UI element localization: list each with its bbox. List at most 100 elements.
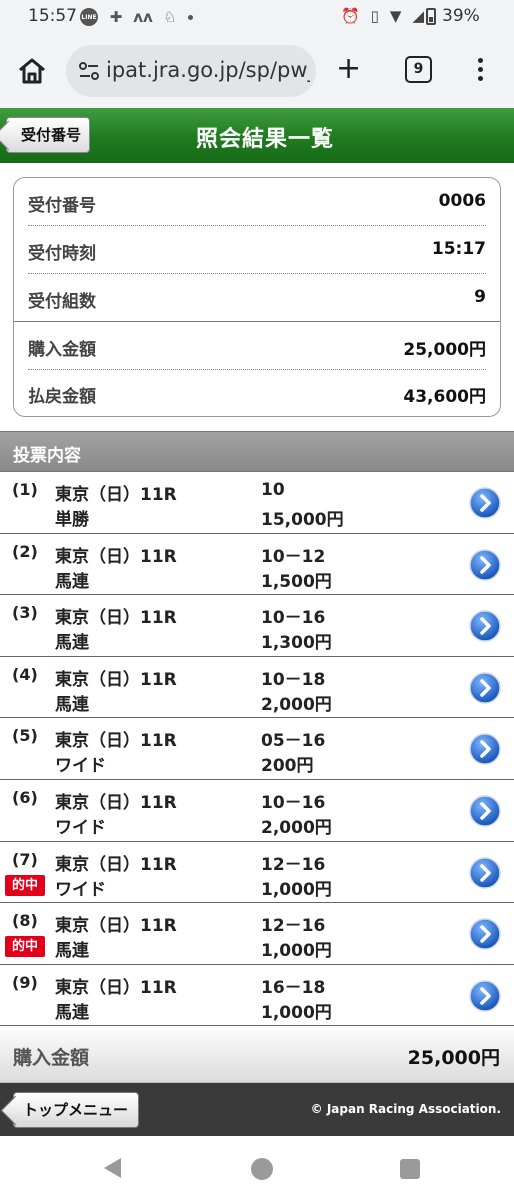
bet-row[interactable]: (5) 東京（日）11R ワイド 05－16 200円	[0, 718, 514, 780]
summary-row-payout-amount: 払戻金額 43,600円	[28, 369, 486, 417]
chevron-right-icon[interactable]	[469, 487, 501, 519]
summary-label: 払戻金額	[28, 387, 96, 407]
bet-list: (1) 東京（日）11R 単勝 10 15,000円 (2) 東京（日）11R …	[0, 472, 514, 1027]
bet-combination: 12－16	[261, 854, 326, 875]
section-title: 投票内容	[13, 446, 81, 466]
status-bar: 15:57 LINE ✚ ᴧᴧ ♘ ⏰ ▯ ▼ ◢ 39%	[0, 0, 514, 34]
bet-row[interactable]: (7) 的中 東京（日）11R ワイド 12－16 1,000円	[0, 841, 514, 904]
bet-race: 東京（日）11R	[55, 854, 177, 875]
chevron-right-icon[interactable]	[469, 733, 501, 766]
dot-icon	[188, 14, 193, 20]
summary-value: 25,000円	[403, 340, 486, 360]
notification-icons: LINE ✚ ᴧᴧ ♘	[80, 8, 193, 26]
summary-value: 15:17	[431, 239, 486, 259]
bet-row[interactable]: (3) 東京（日）11R 馬連 10－16 1,300円	[0, 595, 514, 657]
total-bar: 購入金額 25,000円	[0, 1026, 514, 1083]
bet-combination: 10	[261, 480, 285, 500]
summary-row-bet-count: 受付組数 9	[28, 274, 486, 322]
recents-icon[interactable]	[400, 1159, 420, 1179]
bet-combination: 05－16	[261, 731, 326, 752]
bet-row[interactable]: (8) 的中 東京（日）11R 馬連 12－16 1,000円	[0, 903, 514, 965]
vibrate-icon: ▯	[370, 7, 379, 25]
bet-race: 東京（日）11R	[55, 916, 177, 937]
chevron-right-icon[interactable]	[469, 980, 501, 1012]
hit-badge: 的中	[5, 874, 45, 896]
bet-amount: 1,500円	[261, 571, 332, 592]
bet-number: (6)	[12, 787, 38, 807]
bet-amount: 200円	[261, 756, 314, 777]
bet-race: 東京（日）11R	[55, 731, 177, 752]
chevron-right-icon[interactable]	[469, 918, 501, 950]
bet-race: 東京（日）11R	[55, 792, 177, 813]
summary-label: 受付時刻	[28, 244, 96, 264]
clock: 15:57	[28, 6, 77, 26]
summary-value: 9	[474, 287, 486, 307]
system-nav-bar	[0, 1136, 514, 1199]
home-circle-icon[interactable]	[251, 1158, 273, 1180]
summary-row-purchase-amount: 購入金額 25,000円	[28, 322, 486, 370]
bet-amount: 1,000円	[261, 941, 332, 962]
summary-label: 受付組数	[28, 292, 96, 312]
bet-combination: 16－18	[261, 977, 326, 998]
bet-number: (5)	[12, 726, 38, 746]
bet-number: (8)	[12, 911, 38, 931]
chevron-right-icon[interactable]	[469, 548, 501, 581]
bet-amount: 1,300円	[261, 633, 332, 654]
bet-number: (3)	[12, 603, 38, 623]
page-title: 照会結果一覧	[195, 127, 334, 152]
bet-amount: 2,000円	[261, 694, 332, 715]
top-menu-button[interactable]: トップメニュー	[13, 1092, 139, 1128]
bet-amount: 2,000円	[261, 817, 332, 838]
battery-icon	[426, 8, 436, 25]
bet-type: ワイド	[55, 879, 106, 900]
back-icon[interactable]	[104, 1158, 121, 1178]
url-text[interactable]: ipat.jra.go.jp/sp/pw_7	[106, 58, 310, 82]
chevron-right-icon[interactable]	[469, 856, 501, 889]
summary-label: 受付番号	[28, 196, 96, 216]
chevron-right-icon[interactable]	[469, 672, 501, 704]
chevron-right-icon[interactable]	[469, 795, 501, 827]
bet-type: ワイド	[55, 817, 106, 838]
summary-value: 0006	[438, 191, 486, 211]
bet-type: ワイド	[55, 756, 106, 777]
bet-race: 東京（日）11R	[55, 977, 177, 998]
wifi-icon: ▼	[389, 7, 402, 25]
page-header: 受付番号 照会結果一覧	[0, 108, 514, 163]
bet-number: (2)	[12, 541, 38, 561]
chevron-right-icon[interactable]	[469, 610, 501, 642]
bet-race: 東京（日）11R	[55, 608, 177, 629]
bet-race: 東京（日）11R	[55, 546, 177, 567]
home-icon[interactable]	[16, 55, 48, 87]
alarm-icon: ⏰	[340, 7, 360, 25]
battery-percent: 39%	[442, 6, 480, 26]
bet-combination: 10－16	[261, 608, 326, 629]
tab-switcher-button[interactable]: 9	[405, 56, 432, 83]
bet-number: (9)	[12, 972, 38, 992]
copyright: © Japan Racing Association.	[310, 1102, 501, 1116]
bet-row[interactable]: (2) 東京（日）11R 馬連 10－12 1,500円	[0, 533, 514, 596]
footer: トップメニュー © Japan Racing Association.	[0, 1083, 514, 1136]
bet-type: 馬連	[55, 941, 89, 962]
bet-row[interactable]: (6) 東京（日）11R ワイド 10－16 2,000円	[0, 779, 514, 842]
bet-combination: 10－12	[261, 546, 326, 567]
bet-row[interactable]: (4) 東京（日）11R 馬連 10－18 2,000円	[0, 656, 514, 719]
more-menu-icon[interactable]	[470, 56, 490, 84]
bet-amount: 15,000円	[261, 510, 344, 530]
bet-type: 馬連	[55, 1002, 89, 1023]
bet-row[interactable]: (1) 東京（日）11R 単勝 10 15,000円	[0, 472, 514, 534]
summary-row-receipt-time: 受付時刻 15:17	[28, 226, 486, 274]
bet-combination: 10－18	[261, 669, 326, 690]
top-menu-label: トップメニュー	[23, 1101, 129, 1119]
bet-row[interactable]: (9) 東京（日）11R 馬連 16－18 1,000円	[0, 964, 514, 1027]
site-settings-icon[interactable]	[78, 60, 100, 82]
bet-race: 東京（日）11R	[55, 669, 177, 690]
address-bar[interactable]: ipat.jra.go.jp/sp/pw_7	[66, 45, 316, 97]
signal-icon: ◢	[412, 7, 424, 25]
line-icon: LINE	[80, 8, 98, 26]
summary-value: 43,600円	[403, 387, 486, 407]
section-header: 投票内容	[0, 431, 514, 472]
app-icon-2: ♘	[163, 8, 177, 26]
new-tab-icon[interactable]: +	[336, 54, 361, 84]
summary-panel: 受付番号 0006 受付時刻 15:17 受付組数 9 購入金額 25,000円…	[13, 177, 501, 417]
summary-label: 購入金額	[28, 340, 96, 360]
